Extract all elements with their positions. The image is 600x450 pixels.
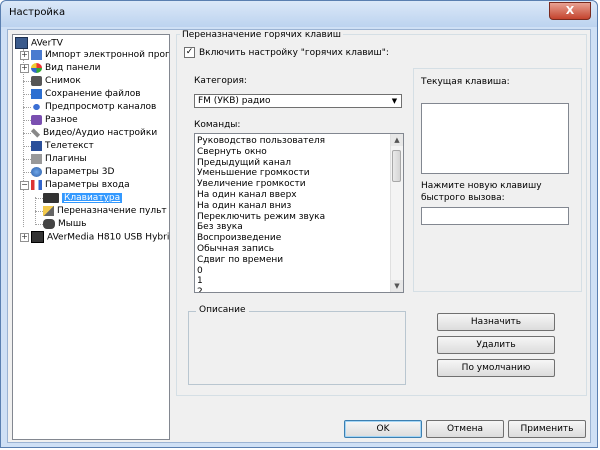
command-list-item[interactable]: Сдвиг по времени	[197, 255, 385, 266]
calendar-icon	[31, 49, 42, 60]
expand-icon[interactable]: +	[20, 233, 29, 242]
palette-icon	[31, 62, 42, 73]
tree-item-snapshot[interactable]: Снимок	[31, 75, 81, 88]
tree-line	[35, 224, 43, 225]
new-key-field[interactable]	[421, 207, 569, 225]
teletext-icon	[31, 140, 42, 151]
tree-line	[23, 159, 31, 160]
dialog-client-area: AVerTV + Импорт электронной прогр + Вид …	[7, 29, 591, 443]
tools-icon	[30, 127, 41, 138]
command-list-item[interactable]: Предыдущий канал	[197, 158, 385, 169]
tree-item-epg-import[interactable]: Импорт электронной прогр	[31, 49, 169, 62]
remote-icon	[43, 205, 54, 216]
tree-line	[23, 49, 24, 227]
command-list-item[interactable]: 2	[197, 287, 385, 292]
command-list-item[interactable]: Воспроизведение	[197, 233, 385, 244]
floppy-icon	[31, 88, 42, 99]
hotkey-remap-title: Переназначение горячих клавиш	[180, 30, 343, 40]
category-select[interactable]: FM (УКВ) радио ▼	[194, 94, 402, 108]
tree-item-file-saving[interactable]: Сохранение файлов	[31, 88, 141, 101]
input-icon	[31, 179, 42, 190]
commands-scrollbar[interactable]: ▲ ▼	[390, 134, 403, 292]
scroll-down-icon[interactable]: ▼	[391, 280, 403, 292]
tree-item-panel-view[interactable]: Вид панели	[31, 62, 101, 75]
chevron-down-icon[interactable]: ▼	[389, 96, 400, 106]
command-list-item[interactable]: 0	[197, 266, 385, 277]
command-list-item[interactable]: Свернуть окно	[197, 147, 385, 158]
tree-item-keyboard[interactable]: Клавиатура	[43, 192, 123, 205]
tree-line	[23, 172, 31, 173]
collapse-icon[interactable]: −	[20, 181, 29, 190]
tree-item-mouse[interactable]: Мышь	[43, 218, 86, 231]
command-list-item[interactable]: Уменьшение громкости	[197, 168, 385, 179]
avertv-icon	[15, 37, 28, 49]
cancel-button[interactable]: Отмена	[426, 420, 504, 438]
current-key-label: Текущая клавиша:	[421, 77, 510, 87]
command-list-item[interactable]: Увеличение громкости	[197, 179, 385, 190]
close-button[interactable]: X	[549, 2, 591, 20]
tree-item-input-params[interactable]: Параметры входа	[31, 179, 130, 192]
scroll-up-icon[interactable]: ▲	[391, 134, 403, 146]
tree-line	[23, 120, 31, 121]
commands-items: Руководство пользователя Свернуть окно Пре…	[197, 136, 385, 292]
command-list-item[interactable]: На один канал вниз	[197, 201, 385, 212]
scroll-thumb[interactable]	[392, 150, 401, 182]
category-label: Категория:	[194, 76, 247, 86]
tree-line	[23, 146, 31, 147]
tree-item-3d[interactable]: Параметры 3D	[31, 166, 114, 179]
new-key-label: Нажмите новую клавишу быстрого вызова:	[421, 181, 542, 203]
tree-line	[35, 198, 43, 199]
apply-button[interactable]: Применить	[508, 420, 586, 438]
settings-tree[interactable]: AVerTV + Импорт электронной прогр + Вид …	[12, 34, 170, 440]
command-list-item[interactable]: Переключить режим звука	[197, 212, 385, 223]
tree-line	[23, 133, 31, 134]
enable-hotkeys-checkbox[interactable]: ✓	[184, 47, 195, 58]
title-bar[interactable]: Настройка X	[1, 1, 597, 27]
keyboard-icon	[43, 192, 59, 203]
command-list-item[interactable]: 1	[197, 276, 385, 287]
default-button[interactable]: По умолчанию	[437, 359, 555, 377]
mouse-icon	[43, 218, 55, 229]
camera-icon	[31, 75, 42, 86]
window-title: Настройка	[9, 7, 66, 18]
close-icon: X	[565, 4, 575, 17]
command-list-item[interactable]: Без звука	[197, 222, 385, 233]
delete-button[interactable]: Удалить	[437, 336, 555, 354]
description-label: Описание	[196, 305, 249, 315]
category-value: FM (УКВ) радио	[198, 96, 271, 106]
tree-item-misc[interactable]: Разное	[31, 114, 78, 127]
settings-window: Настройка X AVerTV + Импорт электронной …	[0, 0, 598, 448]
gear-icon	[31, 166, 42, 177]
expand-icon[interactable]: +	[20, 64, 29, 73]
enable-hotkeys-row[interactable]: ✓ Включить настройку "горячих клавиш":	[184, 47, 389, 60]
tree-item-device[interactable]: AVerMedia H810 USB Hybri	[31, 231, 169, 244]
tree-item-channel-preview[interactable]: Предпросмотр каналов	[31, 101, 156, 114]
tree-line	[23, 94, 31, 95]
description-group	[188, 311, 406, 385]
plugin-icon	[31, 153, 42, 164]
tree-item-teletext[interactable]: Телетекст	[31, 140, 94, 153]
expand-icon[interactable]: +	[20, 51, 29, 60]
tree-line	[23, 107, 31, 108]
command-list-item[interactable]: Обычная запись	[197, 244, 385, 255]
commands-label: Команды:	[194, 120, 241, 130]
misc-icon	[31, 114, 42, 125]
current-key-field[interactable]	[421, 103, 569, 174]
tree-line	[35, 211, 43, 212]
tree-item-video-audio[interactable]: Видео/Аудио настройки	[30, 127, 157, 140]
tree-item-plugins[interactable]: Плагины	[31, 153, 87, 166]
tree-item-remote-remap[interactable]: Переназначение пульт	[43, 205, 167, 218]
eye-icon	[31, 101, 42, 112]
assign-button[interactable]: Назначить	[437, 313, 555, 331]
ok-button[interactable]: OK	[344, 420, 422, 438]
commands-list[interactable]: Руководство пользователя Свернуть окно Пре…	[194, 133, 404, 293]
command-list-item[interactable]: Руководство пользователя	[197, 136, 385, 147]
command-list-item[interactable]: На один канал вверх	[197, 190, 385, 201]
tree-line	[23, 81, 31, 82]
tv-tuner-icon	[31, 231, 44, 243]
